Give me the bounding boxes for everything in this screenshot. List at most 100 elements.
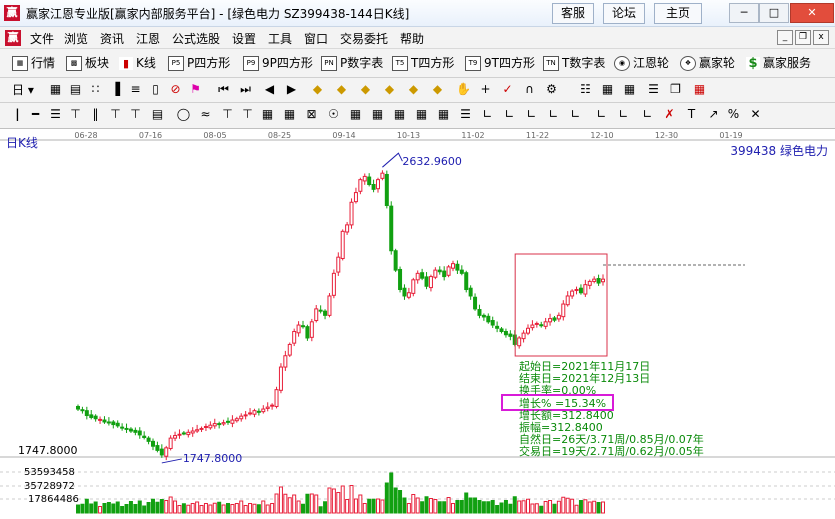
mdi-close-icon[interactable]: x: [813, 30, 829, 45]
bars-icon[interactable]: ▐: [108, 82, 123, 97]
next-icon[interactable]: ▶: [284, 82, 299, 97]
close-icon[interactable]: ✕: [790, 3, 834, 23]
menu-settings[interactable]: 设置: [232, 30, 256, 47]
hand-icon[interactable]: ✋: [456, 82, 471, 97]
rise-tool-icon[interactable]: ↗: [706, 107, 721, 122]
grid7-tool-icon[interactable]: ▦: [436, 107, 451, 122]
diamond-down-icon[interactable]: ◆: [382, 82, 397, 97]
kline-chart-area[interactable]: 06-28 07-16 08-05 08-25 09-14 10-13 11-02 11-22…: [0, 129, 835, 516]
forum-link[interactable]: 论坛: [603, 3, 645, 24]
grid4-tool-icon[interactable]: ▦: [370, 107, 385, 122]
grid5-tool-icon[interactable]: ▦: [392, 107, 407, 122]
percent-icon[interactable]: %: [726, 107, 741, 122]
magnet-icon[interactable]: ∩: [522, 82, 537, 97]
menu-gann[interactable]: 江恩: [136, 30, 160, 47]
gear-icon[interactable]: ⚙: [544, 82, 559, 97]
fan7-tool-icon[interactable]: ∟: [568, 107, 583, 122]
no-entry-icon[interactable]: ⊘: [168, 82, 183, 97]
customer-service-link[interactable]: 客服: [552, 3, 594, 24]
9t-square-button[interactable]: T9 9T四方形: [465, 54, 535, 72]
menu-window[interactable]: 窗口: [304, 30, 328, 47]
fork-tool-icon[interactable]: ⊤: [68, 107, 83, 122]
dots-icon[interactable]: ∷: [88, 82, 103, 97]
grid6-tool-icon[interactable]: ▦: [414, 107, 429, 122]
fan4-tool-icon[interactable]: ∟: [502, 107, 517, 122]
candle-icon[interactable]: ▯: [148, 82, 163, 97]
wave-tool-icon[interactable]: ≈: [198, 107, 213, 122]
menu-tools[interactable]: 工具: [268, 30, 292, 47]
fan8-tool-icon[interactable]: ∟: [594, 107, 609, 122]
fan9-tool-icon[interactable]: ∟: [616, 107, 631, 122]
flag-icon[interactable]: ⚑: [188, 82, 203, 97]
grid3-tool-icon[interactable]: ▦: [348, 107, 363, 122]
menu-file[interactable]: 文件: [30, 30, 54, 47]
diamond-left-icon[interactable]: ◆: [310, 82, 325, 97]
maximize-icon[interactable]: □: [759, 3, 789, 23]
prev-icon[interactable]: ◀: [262, 82, 277, 97]
winner-wheel-button[interactable]: ❖ 赢家轮: [680, 54, 735, 72]
p-number-table-button[interactable]: PN P数字表: [321, 54, 383, 72]
fan2-tool-icon[interactable]: ☰: [458, 107, 473, 122]
spiral-tool-icon[interactable]: ☉: [326, 107, 341, 122]
menu-browse[interactable]: 浏览: [64, 30, 88, 47]
fork4-tool-icon[interactable]: ⊤: [220, 107, 235, 122]
menu-trade[interactable]: 交易委托: [340, 30, 388, 47]
9p-square-button[interactable]: P9 9P四方形: [243, 54, 313, 72]
parallel-tool-icon[interactable]: ‖: [88, 107, 103, 122]
menu-info[interactable]: 资讯: [100, 30, 124, 47]
fork3-tool-icon[interactable]: ⊤: [128, 107, 143, 122]
line-tool-icon[interactable]: ━: [28, 107, 43, 122]
diamond-zoom-out-icon[interactable]: ◆: [430, 82, 445, 97]
selection-box[interactable]: [514, 253, 608, 357]
last-icon[interactable]: ⏭: [238, 82, 253, 97]
menu-formula-select[interactable]: 公式选股: [172, 30, 220, 47]
t-square-button[interactable]: T5 T四方形: [392, 54, 454, 72]
mdi-restore-icon[interactable]: ❐: [795, 30, 811, 45]
period-select[interactable]: 日 ▾: [12, 81, 34, 99]
minimize-icon[interactable]: ─: [729, 3, 759, 23]
cursor-icon[interactable]: |: [10, 107, 25, 122]
diamond-right-icon[interactable]: ◆: [334, 82, 349, 97]
fan6-tool-icon[interactable]: ∟: [546, 107, 561, 122]
fork2-tool-icon[interactable]: ⊤: [108, 107, 123, 122]
calendar-icon[interactable]: ☷: [578, 82, 593, 97]
first-icon[interactable]: ⏮: [216, 82, 231, 97]
fan3-tool-icon[interactable]: ∟: [480, 107, 495, 122]
quotes-button[interactable]: ▦ 行情: [12, 54, 55, 72]
kline-button[interactable]: ▮ K线: [119, 54, 156, 72]
mdi-minimize-icon[interactable]: _: [777, 30, 793, 45]
circle-tool-icon[interactable]: ◯: [176, 107, 191, 122]
homepage-link[interactable]: 主页: [654, 3, 702, 24]
table-icon[interactable]: ▦: [622, 82, 637, 97]
kline-chart[interactable]: 06-28 07-16 08-05 08-25 09-14 10-13 11-02 11-22…: [0, 129, 835, 516]
red-grid-icon[interactable]: ▦: [692, 82, 707, 97]
chart-mode-icon[interactable]: ▦: [48, 82, 63, 97]
fan-tool-icon[interactable]: ☰: [48, 107, 63, 122]
box-tool-icon[interactable]: ▤: [150, 107, 165, 122]
fan10-tool-icon[interactable]: ∟: [640, 107, 655, 122]
volume-bar: [353, 498, 358, 514]
winner-service-button[interactable]: $ 赢家服务: [746, 54, 811, 72]
t-number-table-button[interactable]: TN T数字表: [543, 54, 605, 72]
list-icon[interactable]: ☰: [646, 82, 661, 97]
multi-window-icon[interactable]: ❐: [668, 82, 683, 97]
document-view-icon[interactable]: ▤: [68, 82, 83, 97]
calculator-icon[interactable]: ▦: [600, 82, 615, 97]
text-tool-icon[interactable]: T: [684, 107, 699, 122]
menu-help[interactable]: 帮助: [400, 30, 424, 47]
fork5-tool-icon[interactable]: ⊤: [240, 107, 255, 122]
trend-icon[interactable]: ✓: [500, 82, 515, 97]
grid-tool-icon[interactable]: ▦: [260, 107, 275, 122]
cross-box-tool-icon[interactable]: ⊠: [304, 107, 319, 122]
gann-wheel-button[interactable]: ◉ 江恩轮: [614, 54, 669, 72]
sectors-button[interactable]: ▩ 板块: [66, 54, 109, 72]
fan5-tool-icon[interactable]: ∟: [524, 107, 539, 122]
p-square-button[interactable]: P5 P四方形: [168, 54, 230, 72]
delete-tool-icon[interactable]: ✗: [662, 107, 677, 122]
diamond-zoom-in-icon[interactable]: ◆: [406, 82, 421, 97]
grid2-tool-icon[interactable]: ▦: [282, 107, 297, 122]
cross-out-icon[interactable]: ✕: [748, 107, 763, 122]
diamond-up-icon[interactable]: ◆: [358, 82, 373, 97]
crosshair-icon[interactable]: +: [478, 82, 493, 97]
lines-icon[interactable]: ≡: [128, 82, 143, 97]
